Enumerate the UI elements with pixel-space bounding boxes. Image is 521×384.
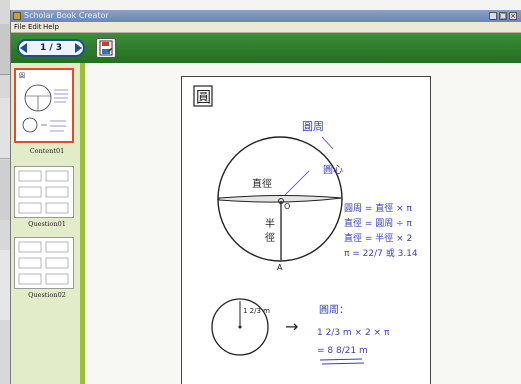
- page-heading: 圓: [196, 88, 211, 106]
- page-content01[interactable]: 圓 圓周 圓心 直徑 半 徑 O A 圓周 = 直徑 × π 直徑 = 圓周 ÷…: [181, 76, 431, 384]
- arrow-icon: →: [285, 317, 298, 336]
- page-counter: 1 / 3: [39, 43, 63, 53]
- label-point-a: A: [277, 263, 283, 272]
- page-navigator: 1 / 3: [17, 39, 85, 57]
- toolbar: 1 / 3: [11, 33, 521, 63]
- app-window: Scholar Book Creator _ □ × File Edit Hel…: [10, 10, 521, 384]
- thumbnail-question01[interactable]: [14, 166, 74, 218]
- thumbnail-question02[interactable]: [14, 237, 74, 289]
- desktop-item: [0, 250, 10, 320]
- window-title: Scholar Book Creator: [24, 11, 109, 20]
- minimize-button[interactable]: _: [489, 12, 497, 20]
- label-diameter: 直徑: [252, 177, 272, 190]
- desktop-background: [0, 0, 10, 384]
- menu-edit[interactable]: Edit: [28, 22, 42, 32]
- formula-line: π = 22/7 或 3.14: [344, 247, 418, 259]
- title-bar[interactable]: Scholar Book Creator _ □ ×: [11, 10, 521, 22]
- thumbnail-label: Question01: [28, 220, 66, 228]
- handwritten-page: 圓 圓周 圓心 直徑 半 徑 O A 圓周 = 直徑 × π 直徑 = 圓周 ÷…: [193, 85, 418, 365]
- desktop-item: [0, 98, 10, 159]
- label-radius-1: 半: [265, 217, 275, 230]
- next-page-button[interactable]: [71, 39, 85, 57]
- thumbnail-label: Question02: [28, 291, 66, 299]
- formula-line: 直徑 = 圓周 ÷ π: [344, 217, 413, 229]
- label-point-o: O: [284, 202, 290, 211]
- thumbnail-content01[interactable]: 圓: [14, 68, 74, 143]
- formula-line: 圓周 = 直徑 × π: [344, 202, 413, 214]
- slide-sidebar: 圓 Content01 Question01 Question02: [11, 63, 85, 384]
- save-icon: [99, 40, 113, 56]
- thumbnail-label: Content01: [29, 147, 65, 155]
- example-line: 1 2/3 m × 2 × π: [317, 328, 390, 338]
- example-radius: 1 2/3 m: [243, 307, 270, 315]
- screen: Scholar Book Creator _ □ × File Edit Hel…: [0, 0, 521, 384]
- svg-text:圓: 圓: [19, 73, 25, 80]
- thumbnail-preview: [18, 170, 69, 214]
- label-center: 圓心: [323, 164, 343, 176]
- menu-bar: File Edit Help: [11, 22, 521, 33]
- app-icon: [13, 12, 21, 20]
- save-button[interactable]: [96, 38, 116, 58]
- close-button[interactable]: ×: [509, 12, 517, 20]
- menu-help[interactable]: Help: [43, 22, 59, 32]
- page-canvas: 圓 圓周 圓心 直徑 半 徑 O A 圓周 = 直徑 × π 直徑 = 圓周 ÷…: [85, 63, 521, 384]
- desktop-item: [0, 24, 10, 75]
- example-title: 圓周：: [319, 304, 349, 316]
- menu-file[interactable]: File: [14, 22, 26, 32]
- formula-line: 直徑 = 半徑 × 2: [344, 232, 412, 244]
- thumbnail-preview: [18, 241, 69, 285]
- prev-page-button[interactable]: [17, 39, 31, 57]
- thumbnail-preview: 圓: [19, 73, 68, 133]
- label-circumference: 圓周: [302, 120, 324, 133]
- maximize-button[interactable]: □: [499, 12, 507, 20]
- desktop-item: [0, 160, 10, 220]
- label-radius-2: 徑: [265, 231, 275, 244]
- example-line: = 8 8/21 m: [317, 346, 368, 356]
